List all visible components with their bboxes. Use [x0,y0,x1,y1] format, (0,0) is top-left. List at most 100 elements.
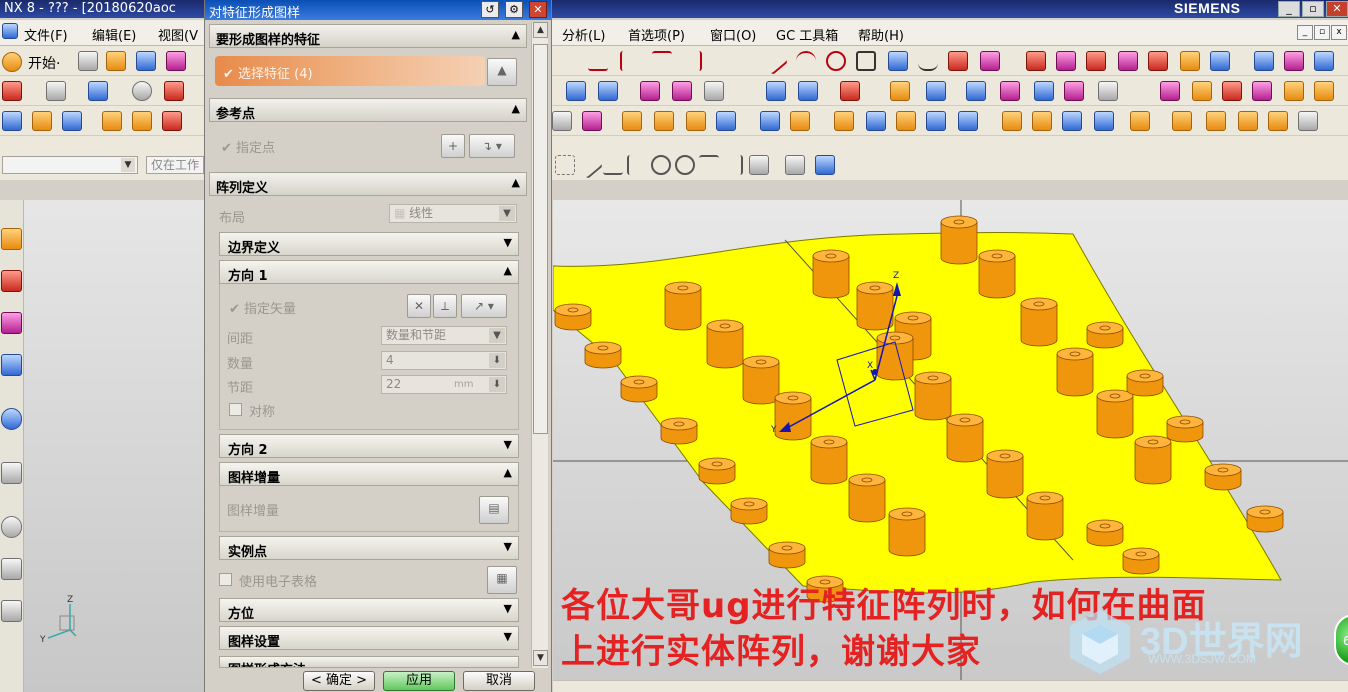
thicken-icon[interactable] [834,111,854,131]
point-type-dropdown-icon[interactable]: ↴ ▾ [469,134,515,158]
join-curve-icon[interactable] [1210,51,1230,71]
menu-view[interactable]: 视图(V [158,25,198,44]
menu-analysis[interactable]: 分析(L) [562,25,605,44]
display-mode-icon[interactable] [132,81,152,101]
boss-tall-3[interactable] [940,215,978,265]
close-button[interactable]: ✕ [1326,1,1348,17]
boss-tall-13[interactable] [810,435,848,485]
offset-curve-icon[interactable] [1026,51,1046,71]
cancel-button[interactable]: 取消 [463,671,535,691]
line-icon[interactable] [759,46,789,76]
datum-axis-icon[interactable] [672,81,692,101]
menu-preferences[interactable]: 首选项(P) [628,25,685,44]
boss-tall-14[interactable] [848,473,886,523]
web-browser-icon[interactable] [1,408,22,430]
system-materials-icon[interactable] [1,558,22,580]
curve-tool-icon[interactable] [588,51,608,71]
assembly-navigator-icon[interactable] [1,228,22,250]
roles-icon[interactable] [1,600,22,622]
apply-button[interactable]: 应用 [383,671,455,691]
section-features-header[interactable]: 要形成图样的特征 ▲ [209,24,527,48]
global-shaping-icon[interactable] [1268,111,1288,131]
law-extension-icon[interactable] [1032,111,1052,131]
slot-icon[interactable] [1034,81,1054,101]
split-curve-icon[interactable] [1180,51,1200,71]
layout-dropdown[interactable]: ▦ 线性 ▼ [389,204,517,223]
mdi-restore-icon[interactable]: ▫ [1314,25,1330,40]
boss-short-6[interactable] [768,541,806,569]
snap-point-icon[interactable] [555,155,575,175]
measure-icon[interactable] [1098,81,1118,101]
boss-tall-10[interactable] [706,319,744,369]
part-navigator-icon[interactable] [1,312,22,334]
minimize-button[interactable]: _ [1278,1,1300,17]
boss-tall-18[interactable] [946,413,984,463]
dialog-titlebar[interactable]: 对特征形成图样 ↺ ⚙ ✕ [205,0,551,21]
helix-icon[interactable] [948,51,968,71]
open-file-icon[interactable] [106,51,126,71]
count-input[interactable]: 4 ⬇ [381,351,507,370]
snap-intersection-icon[interactable] [723,155,743,175]
snap-center-icon[interactable] [651,155,671,175]
datum-csys-icon[interactable] [598,81,618,101]
analysis-icon[interactable] [2,111,22,131]
point-set-icon[interactable] [704,81,724,101]
project-curve-icon[interactable] [1086,51,1106,71]
datum-plane-icon[interactable] [640,81,660,101]
view-cube-icon[interactable] [88,81,108,101]
boss-short-5[interactable] [730,497,768,525]
through-curves-icon[interactable] [866,111,886,131]
scope-filter-dropdown[interactable]: 仅在工作 [146,156,204,174]
bridge-curve-icon[interactable] [1056,51,1076,71]
menu-help[interactable]: 帮助(H) [858,25,904,44]
extract-curve-icon[interactable] [1148,51,1168,71]
shade-icon[interactable] [46,81,66,101]
boss-tall-11[interactable] [742,355,780,405]
mdi-minimize-icon[interactable]: _ [1297,25,1313,40]
snap-body-icon[interactable] [815,155,835,175]
snap-endpoint-icon[interactable] [574,150,604,180]
trimmed-sheet-icon[interactable] [1062,111,1082,131]
spacing-dropdown[interactable]: 数量和节距 ▼ [381,326,507,345]
ok-button[interactable]: < 确定 > [303,671,375,691]
move-object-icon[interactable] [62,111,82,131]
snap-face-icon[interactable] [749,155,769,175]
styled-blend-icon[interactable] [1238,111,1258,131]
boss-tall-6[interactable] [1056,347,1094,397]
pitch-input[interactable]: 22 mm ⬇ [381,375,507,394]
arc-icon[interactable] [796,51,816,71]
save-as-icon[interactable] [166,51,186,71]
draft-icon[interactable] [686,111,706,131]
vector-dialog-icon[interactable]: ⟂ [433,294,457,318]
boss-tall-5[interactable] [1020,297,1058,347]
split-body-icon[interactable] [1284,81,1304,101]
method-header[interactable]: 图样形成方法 [219,656,519,668]
sew-icon[interactable] [760,111,780,131]
reset-icon[interactable]: ↺ [481,1,499,18]
clock-icon[interactable] [1,516,22,538]
chamfer-icon[interactable] [622,111,642,131]
boss-short-12[interactable] [1246,505,1284,533]
subtract-icon[interactable] [1192,81,1212,101]
boss-short-10[interactable] [1166,415,1204,443]
copy-layer-icon[interactable] [162,111,182,131]
select-feature-tool-icon[interactable]: ▲ [487,58,517,86]
corner-tool-icon[interactable] [682,51,702,71]
trim-tool-icon[interactable] [652,51,672,71]
vector-type-dropdown-icon[interactable]: ↗ ▾ [461,294,507,318]
rectangle-icon[interactable] [856,51,876,71]
point-dialog-icon[interactable]: + [441,134,465,158]
pocket-icon[interactable] [966,81,986,101]
extension-icon[interactable] [1002,111,1022,131]
section-ref-point-header[interactable]: 参考点 ▲ [209,98,527,122]
snap-control-icon[interactable] [627,155,647,175]
scroll-up-icon[interactable]: ▲ [533,22,548,38]
snap-existing-icon[interactable] [699,155,719,175]
boss-tall-16[interactable] [876,331,914,381]
polygon-icon[interactable] [888,51,908,71]
circle-icon[interactable] [826,51,846,71]
unite-icon[interactable] [1160,81,1180,101]
scroll-down-icon[interactable]: ▼ [533,650,548,666]
selection-filter-dropdown[interactable]: ▼ [2,156,138,174]
scroll-thumb[interactable] [533,44,548,434]
